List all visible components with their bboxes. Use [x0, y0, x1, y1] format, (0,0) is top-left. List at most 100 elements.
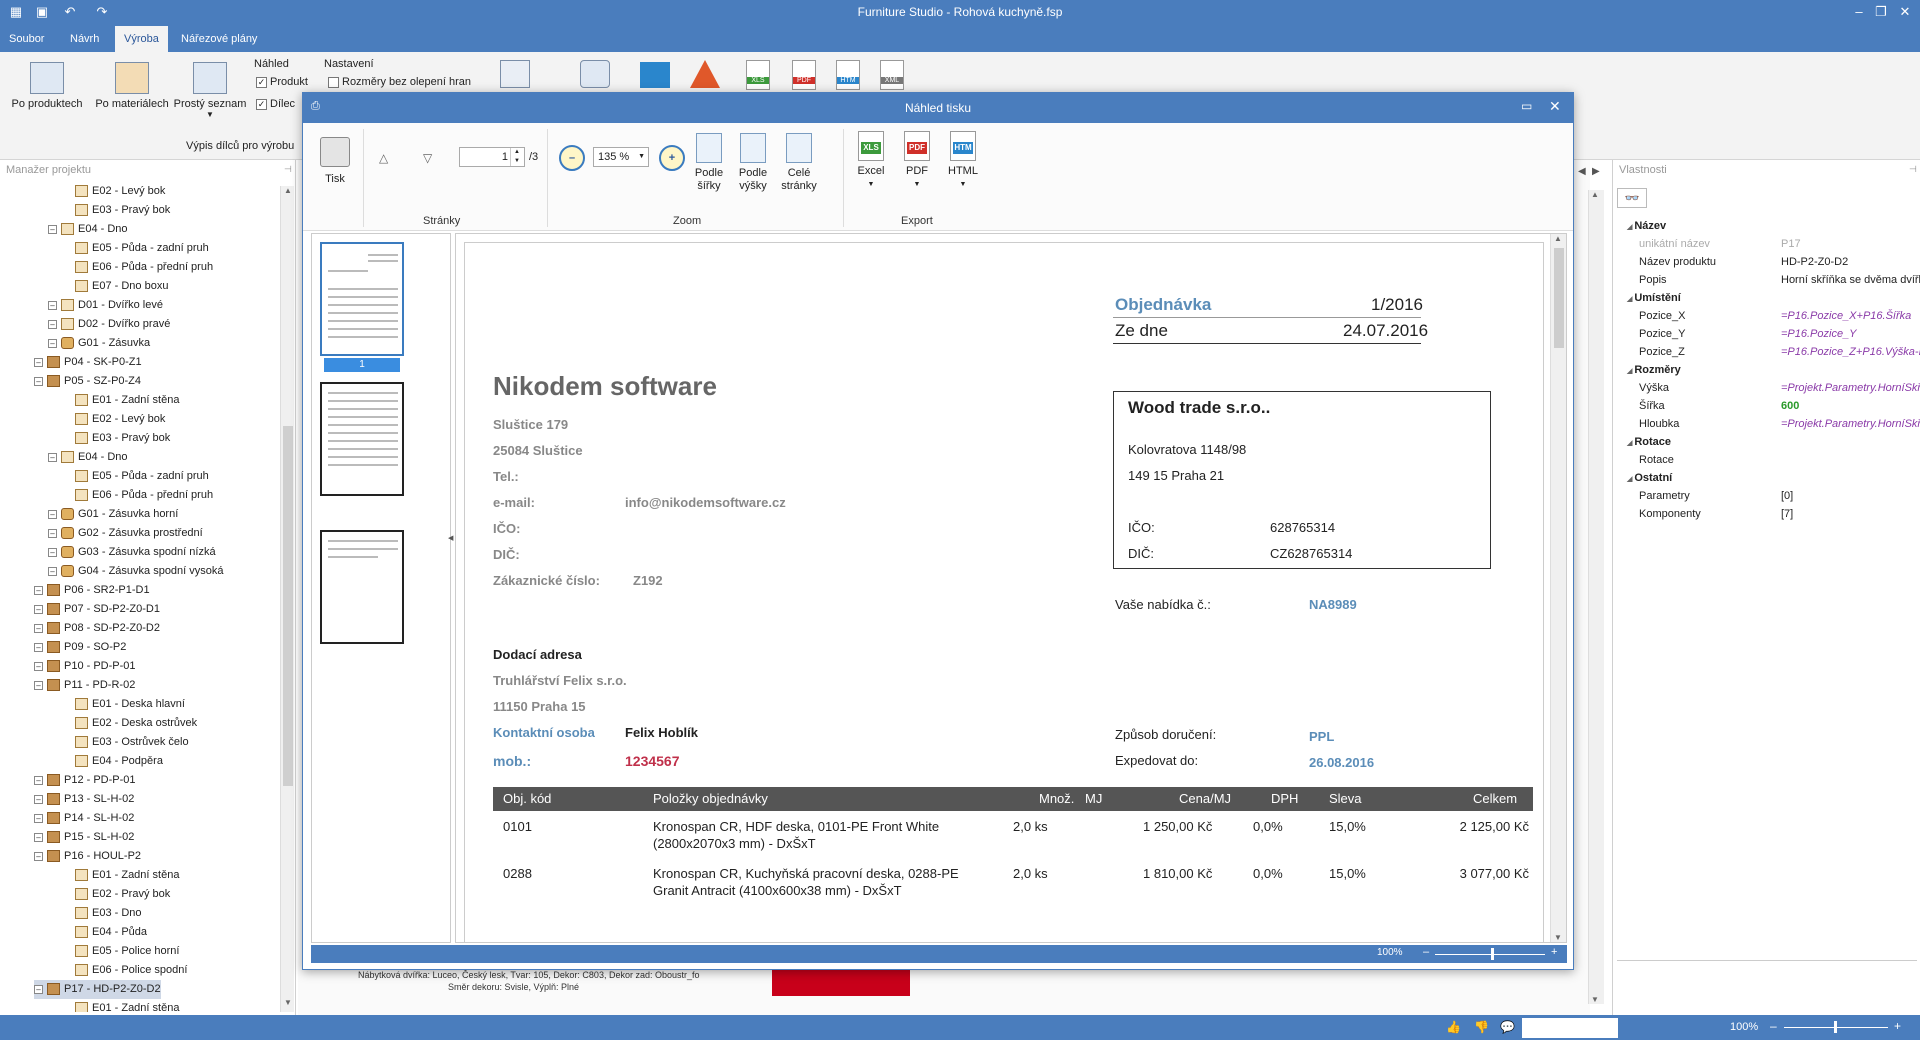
spin-icon[interactable]: ▲ ▼ — [510, 148, 523, 166]
dialog-zoom-slider[interactable] — [1435, 954, 1545, 955]
collapse-icon[interactable]: – — [34, 604, 43, 614]
collapse-icon[interactable]: – — [48, 319, 57, 329]
property-value[interactable]: 600 — [1781, 396, 1920, 416]
arrow-right-icon[interactable]: ▶ — [1592, 166, 1600, 177]
collapse-icon[interactable]: – — [34, 813, 43, 823]
zoom-slider-thumb[interactable] — [1834, 1021, 1837, 1033]
page-up-icon[interactable]: △ — [379, 151, 388, 165]
collapse-icon[interactable]: – — [34, 832, 43, 842]
tree-item[interactable]: E02 - Levý bok — [75, 410, 165, 429]
property-row[interactable]: Komponenty [7] — [1627, 504, 1920, 524]
tree-item[interactable]: – E04 - Dno — [48, 448, 128, 467]
tree-item[interactable]: – P09 - SO-P2 — [34, 638, 126, 657]
property-value[interactable]: =P16.Pozice_Y — [1781, 324, 1920, 344]
property-row[interactable]: Pozice_Z =P16.Pozice_Z+P16.Výška-P — [1627, 342, 1920, 362]
tree-item[interactable]: – P15 - SL-H-02 — [34, 828, 134, 847]
thumbnail-page-3[interactable] — [320, 530, 404, 644]
rozmery-checkbox[interactable]: Rozměry bez olepení hran — [328, 76, 471, 88]
fit-page-button[interactable]: Celé stránky — [777, 133, 821, 193]
zoom-in-icon[interactable]: + — [659, 145, 685, 171]
tree-item[interactable]: – G03 - Zásuvka spodní nízká — [48, 543, 216, 562]
tree-item[interactable]: – P13 - SL-H-02 — [34, 790, 134, 809]
tree-item[interactable]: – D02 - Dvířko pravé — [48, 315, 170, 334]
tree-item[interactable]: E04 - Podpěra — [75, 752, 163, 771]
logo-icon[interactable] — [690, 60, 720, 88]
tree-item[interactable]: – P07 - SD-P2-Z0-D1 — [34, 600, 160, 619]
collapse-icon[interactable]: – — [34, 642, 43, 652]
tool-icon[interactable] — [500, 60, 530, 88]
tree-item[interactable]: E03 - Pravý bok — [75, 201, 170, 220]
globe-icon[interactable] — [580, 60, 610, 88]
tree-item[interactable]: E03 - Ostrůvek čelo — [75, 733, 189, 752]
page-down-icon[interactable]: ▽ — [423, 151, 432, 165]
collapse-icon[interactable]: – — [34, 851, 43, 861]
property-category[interactable]: ◢ Název — [1627, 216, 1666, 236]
property-category[interactable]: ◢ Rozměry — [1627, 360, 1681, 380]
tree-item[interactable]: – D01 - Dvířko levé — [48, 296, 163, 315]
tree-item[interactable]: – E04 - Dno — [48, 220, 128, 239]
tree-item[interactable]: – P11 - PD-R-02 — [34, 676, 135, 695]
scroll-up-icon[interactable]: ▲ — [282, 186, 294, 200]
property-value[interactable]: =Projekt.Parametry.HorníSkří — [1781, 378, 1920, 398]
tab-soubor[interactable]: Soubor — [0, 26, 53, 52]
dialog-zoom-thumb[interactable] — [1491, 948, 1494, 960]
tree-item[interactable]: E03 - Pravý bok — [75, 429, 170, 448]
fit-width-button[interactable]: Podle šířky — [689, 133, 729, 193]
tree-item[interactable]: E02 - Pravý bok — [75, 885, 170, 904]
collapse-icon[interactable]: – — [48, 566, 57, 576]
tree-item[interactable]: – G02 - Zásuvka prostřední — [48, 524, 203, 543]
property-row[interactable]: unikátní název P17 — [1627, 234, 1920, 254]
preview-scrollbar[interactable]: ▲ ▼ — [1550, 234, 1566, 942]
collapse-icon[interactable]: – — [48, 338, 57, 348]
property-row[interactable]: Pozice_X =P16.Pozice_X+P16.Šířka — [1627, 306, 1920, 326]
scroll-down-icon[interactable]: ▼ — [282, 998, 294, 1012]
xml-icon[interactable]: XML — [880, 60, 904, 90]
property-row[interactable]: Šířka 600 — [1627, 396, 1920, 416]
tab-narezove-plany[interactable]: Nářezové plány — [172, 26, 266, 52]
restore-icon[interactable]: ❐ — [1870, 3, 1892, 21]
property-value[interactable]: =P16.Pozice_Z+P16.Výška-P — [1781, 342, 1920, 362]
arrow-left-icon[interactable]: ◀ — [1578, 166, 1586, 177]
page-number-input[interactable]: 1 ▲ ▼ — [459, 147, 525, 167]
tree-item[interactable]: E02 - Levý bok — [75, 182, 165, 201]
tree-item[interactable]: E07 - Dno boxu — [75, 277, 168, 296]
prosty-seznam-button[interactable]: Prostý seznam ▼ — [172, 56, 248, 119]
property-value[interactable]: [7] — [1781, 504, 1920, 524]
tree-item[interactable]: E01 - Zadní stěna — [75, 999, 179, 1012]
print-button[interactable]: Tisk — [317, 137, 353, 186]
tree-item[interactable]: E04 - Půda — [75, 923, 147, 942]
property-value[interactable]: Horní skříňka se dvěma dvířk — [1781, 270, 1920, 290]
tree-item[interactable]: – P16 - HOUL-P2 — [34, 847, 141, 866]
collapse-icon[interactable]: – — [34, 794, 43, 804]
tree-item[interactable]: – P06 - SR2-P1-D1 — [34, 581, 150, 600]
po-materialech-button[interactable]: Po materiálech — [90, 56, 174, 110]
zoom-out-icon[interactable]: – — [1770, 1019, 1777, 1033]
tree-item[interactable]: – G04 - Zásuvka spodní vysoká — [48, 562, 224, 581]
tree-item[interactable]: – P17 - HD-P2-Z0-D2 — [34, 980, 161, 999]
tree-item[interactable]: – G01 - Zásuvka horní — [48, 505, 178, 524]
collapse-icon[interactable]: – — [34, 661, 43, 671]
tree-item[interactable]: E01 - Zadní stěna — [75, 866, 179, 885]
thumbnail-page-2[interactable] — [320, 382, 404, 496]
book-icon[interactable] — [640, 62, 670, 88]
export-excel-button[interactable]: XLS Excel ▼ — [851, 131, 891, 191]
tree-item[interactable]: E05 - Police horní — [75, 942, 179, 961]
tree-item[interactable]: – P12 - PD-P-01 — [34, 771, 136, 790]
xls-icon[interactable]: XLS — [746, 60, 770, 90]
tree-item[interactable]: – P14 - SL-H-02 — [34, 809, 134, 828]
pin-icon[interactable]: ⊣ — [284, 164, 292, 175]
property-value[interactable]: [0] — [1781, 486, 1920, 506]
collapse-icon[interactable]: – — [48, 509, 57, 519]
canvas-scroll-up-icon[interactable]: ▲ — [1591, 190, 1599, 199]
collapse-icon[interactable]: – — [34, 984, 43, 994]
property-category[interactable]: ◢ Ostatní — [1627, 468, 1672, 488]
collapse-icon[interactable]: – — [34, 585, 43, 595]
thumbnail-page-1[interactable] — [320, 242, 404, 356]
zoom-out-icon[interactable]: – — [559, 145, 585, 171]
tree-item[interactable]: – P05 - SZ-P0-Z4 — [34, 372, 141, 391]
comment-icon[interactable]: 💬 — [1500, 1020, 1515, 1034]
maximize-icon[interactable]: ▭ — [1521, 99, 1532, 113]
fit-height-button[interactable]: Podle výšky — [733, 133, 773, 193]
tree-item[interactable]: – P08 - SD-P2-Z0-D2 — [34, 619, 160, 638]
tab-vyroba[interactable]: Výroba — [115, 26, 168, 52]
